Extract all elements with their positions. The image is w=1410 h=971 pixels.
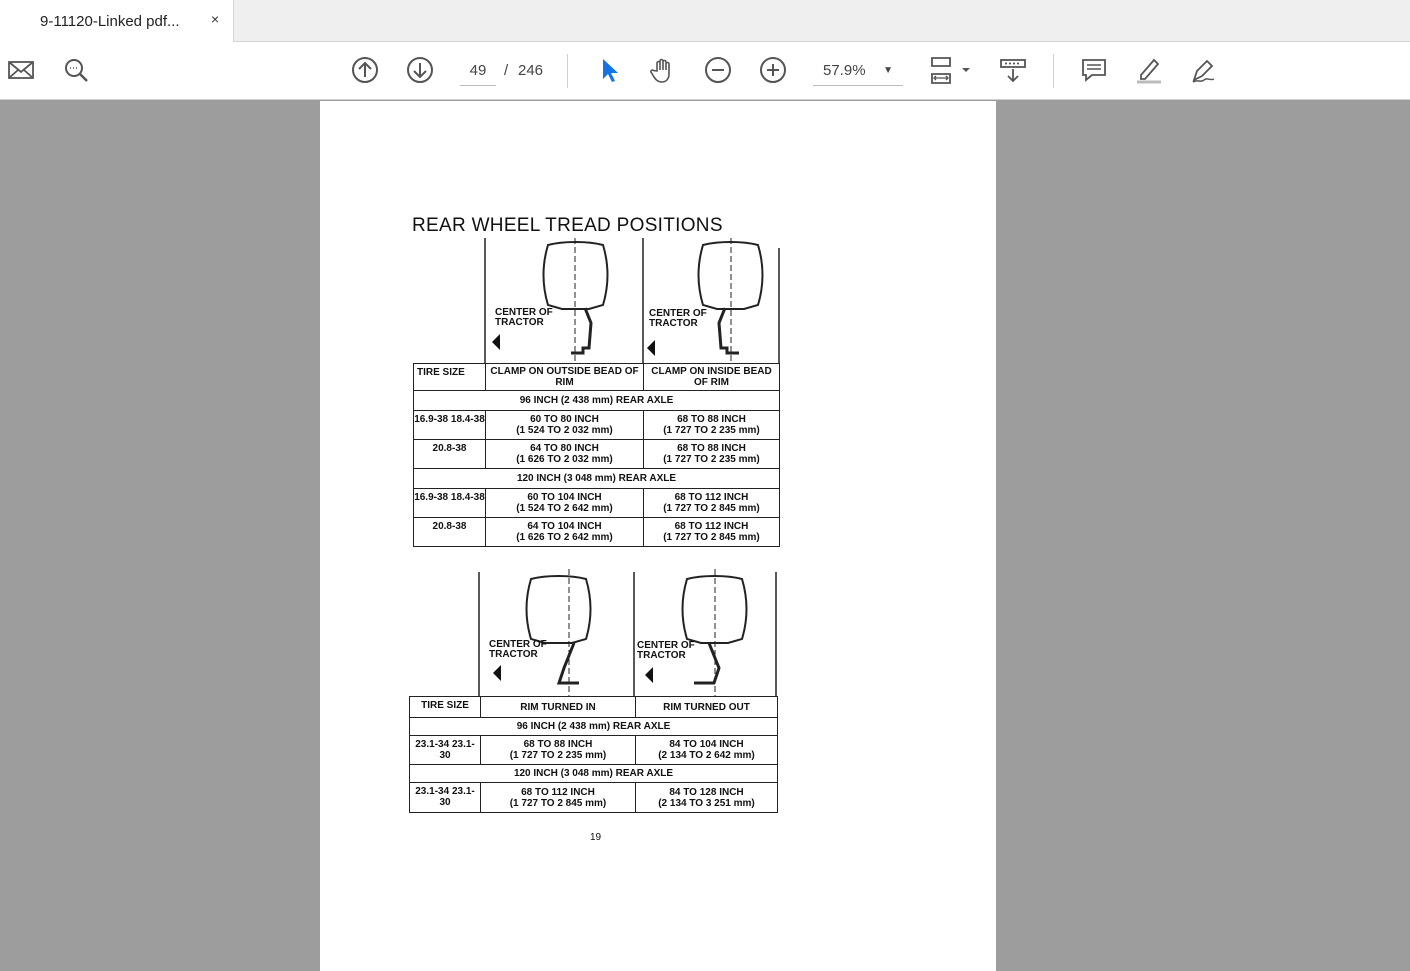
header-tire-size: TIRE SIZE: [413, 363, 486, 391]
hand-tool-icon[interactable]: [647, 54, 679, 86]
center-of-tractor-label: CENTER OF TRACTOR: [649, 308, 707, 329]
table-row: 20.8-38 64 TO 80 INCH (1 626 TO 2 032 mm) 6…: [413, 439, 780, 469]
table-row: 23.1-34 23.1-30 68 TO 112 INCH (1 727 TO 2…: [409, 782, 778, 813]
search-icon[interactable]: [60, 54, 92, 86]
sign-icon[interactable]: [1188, 54, 1220, 86]
page-number: 19: [590, 832, 602, 843]
next-page-button[interactable]: [404, 54, 436, 86]
table-cell: 64 TO 80 INCH (1 626 TO 2 032 mm): [485, 439, 644, 469]
tread-table-clamp: TIRE SIZE CLAMP ON OUTSIDE BEAD OF RIM CLA…: [413, 363, 780, 547]
toolbar: 49 / 246 57.9% ▼: [0, 42, 1410, 100]
table-row: 16.9-38 18.4-38 60 TO 80 INCH (1 524 TO 2 …: [413, 410, 780, 440]
center-of-tractor-label: CENTER OF TRACTOR: [495, 307, 553, 328]
table-cell: 68 TO 88 INCH (1 727 TO 2 235 mm): [643, 410, 780, 440]
pdf-page: REAR WHEEL TREAD POSITIONS CENTER OF TRAC…: [320, 101, 996, 971]
highlight-icon[interactable]: [1133, 54, 1165, 86]
zoom-out-button[interactable]: [702, 54, 734, 86]
divider: [1053, 54, 1054, 88]
axle-row: 120 INCH (3 048 mm) REAR AXLE: [409, 764, 778, 783]
axle-row: 120 INCH (3 048 mm) REAR AXLE: [413, 468, 780, 489]
rim-diagram: [478, 569, 777, 697]
zoom-value: 57.9%: [823, 62, 866, 79]
fit-page-icon[interactable]: [928, 54, 974, 86]
tread-table-rim: TIRE SIZE RIM TURNED IN RIM TURNED OUT 96 …: [409, 696, 778, 813]
chevron-down-icon: ▼: [883, 65, 893, 76]
email-icon[interactable]: [5, 54, 37, 86]
table-cell: 16.9-38 18.4-38: [413, 410, 486, 440]
table-cell: 84 TO 104 INCH (2 134 TO 2 642 mm): [635, 735, 778, 765]
clamp-diagram: [484, 238, 780, 364]
table-cell: 68 TO 88 INCH (1 727 TO 2 235 mm): [480, 735, 636, 765]
header-outside: CLAMP ON OUTSIDE BEAD OF RIM: [485, 363, 644, 391]
axle-row: 96 INCH (2 438 mm) REAR AXLE: [413, 390, 780, 411]
header-inside: CLAMP ON INSIDE BEAD OF RIM: [643, 363, 780, 391]
select-tool-icon[interactable]: [592, 54, 624, 86]
close-tab-icon[interactable]: ×: [211, 11, 219, 27]
table-row: 20.8-38 64 TO 104 INCH (1 626 TO 2 642 mm)…: [413, 517, 780, 547]
table-cell: 60 TO 104 INCH (1 524 TO 2 642 mm): [485, 488, 644, 518]
table-cell: 68 TO 88 INCH (1 727 TO 2 235 mm): [643, 439, 780, 469]
table-row: 16.9-38 18.4-38 60 TO 104 INCH (1 524 TO 2…: [413, 488, 780, 518]
table-cell: 23.1-34 23.1-30: [409, 735, 481, 765]
header-tire-size: TIRE SIZE: [409, 696, 481, 718]
previous-page-button[interactable]: [349, 54, 381, 86]
table-row: 23.1-34 23.1-30 68 TO 88 INCH (1 727 TO 2 …: [409, 735, 778, 765]
table-cell: 60 TO 80 INCH (1 524 TO 2 032 mm): [485, 410, 644, 440]
page-number-input[interactable]: 49: [460, 56, 496, 86]
document-tab[interactable]: 9-11120-Linked pdf... ×: [0, 0, 234, 42]
center-of-tractor-label: CENTER OF TRACTOR: [489, 639, 547, 660]
scroll-mode-icon[interactable]: [997, 54, 1029, 86]
center-of-tractor-label: CENTER OF TRACTOR: [637, 640, 695, 661]
table-cell: 20.8-38: [413, 517, 486, 547]
table-cell: 16.9-38 18.4-38: [413, 488, 486, 518]
page-separator: /: [504, 62, 509, 79]
header-rim-out: RIM TURNED OUT: [635, 696, 778, 718]
divider: [567, 54, 568, 88]
header-rim-in: RIM TURNED IN: [480, 696, 636, 718]
table-cell: 68 TO 112 INCH (1 727 TO 2 845 mm): [480, 782, 636, 813]
zoom-in-button[interactable]: [757, 54, 789, 86]
table-cell: 68 TO 112 INCH (1 727 TO 2 845 mm): [643, 488, 780, 518]
table-cell: 20.8-38: [413, 439, 486, 469]
table-cell: 84 TO 128 INCH (2 134 TO 3 251 mm): [635, 782, 778, 813]
zoom-level-select[interactable]: 57.9% ▼: [813, 56, 903, 86]
tab-title: 9-11120-Linked pdf...: [40, 12, 180, 30]
axle-row: 96 INCH (2 438 mm) REAR AXLE: [409, 717, 778, 736]
table-cell: 23.1-34 23.1-30: [409, 782, 481, 813]
page-total: 246: [518, 62, 544, 79]
table-cell: 68 TO 112 INCH (1 727 TO 2 845 mm): [643, 517, 780, 547]
tab-bar: 9-11120-Linked pdf... ×: [0, 0, 1410, 42]
page-title: REAR WHEEL TREAD POSITIONS: [412, 215, 723, 236]
table-cell: 64 TO 104 INCH (1 626 TO 2 642 mm): [485, 517, 644, 547]
comment-icon[interactable]: [1078, 54, 1110, 86]
